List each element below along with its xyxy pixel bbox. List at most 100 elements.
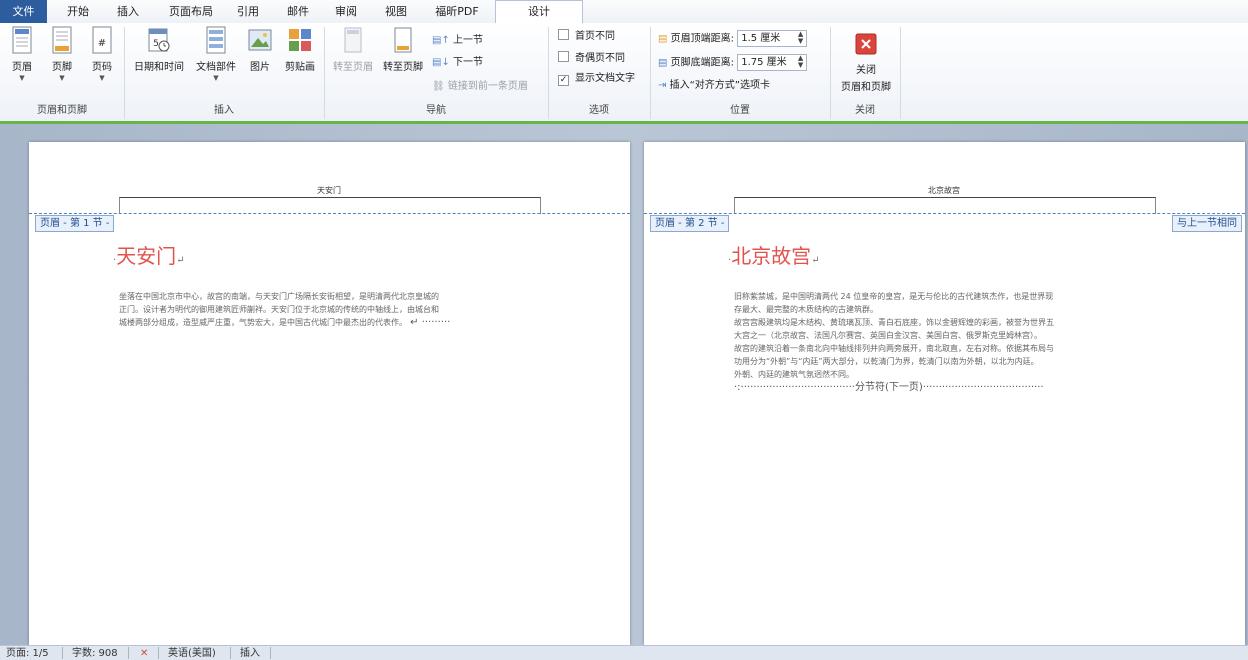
footer-button[interactable]: 页脚 ▼ (46, 26, 78, 82)
status-bar: 页面: 1/5 字数: 908 ✕ 英语(美国) 插入 (0, 645, 1248, 660)
chevron-down-icon: ▼ (59, 74, 65, 82)
ribbon-panel: 页眉 ▼ 页脚 ▼ # 页码 ▼ 页眉和页脚 5 日期和时间 文档部件 ▼ 图片… (0, 23, 1248, 122)
body-line: 功用分为“外朝”与“内廷”两大部分，以乾清门为界，乾清门以南为外朝，以北为内廷。 (734, 357, 1039, 366)
same-as-previous-tag: 与上一节相同 (1172, 215, 1242, 232)
page2-header-text[interactable]: 北京故宫 (734, 185, 1154, 196)
quickparts-icon (206, 26, 226, 54)
document-area[interactable]: 天安门 页眉 - 第 1 节 - ·天安门↵ 坐落在中国北京市中心，故宫的南端，… (0, 124, 1248, 645)
datetime-button[interactable]: 5 日期和时间 (130, 26, 188, 73)
goto-footer-label: 转至页脚 (383, 62, 423, 73)
page-number-icon: # (92, 26, 112, 54)
tab-review[interactable]: 审阅 (326, 0, 366, 23)
close-label-line2: 页眉和页脚 (841, 82, 891, 93)
section-break-line: ·:····································分节… (734, 382, 1044, 393)
tab-mailings[interactable]: 邮件 (278, 0, 318, 23)
checkbox-checked[interactable]: ✓ (558, 75, 569, 86)
status-divider (128, 647, 129, 659)
header-boundary-line (644, 213, 1245, 214)
prev-section-label: 上一节 (453, 35, 484, 46)
tab-home[interactable]: 开始 (58, 0, 98, 23)
tab-file[interactable]: 文件 (0, 0, 47, 23)
proofing-icon[interactable]: ✕ (140, 647, 148, 660)
status-words[interactable]: 字数: 908 (72, 647, 118, 660)
group-label-position: 位置 (730, 105, 750, 116)
link-previous-button[interactable]: ⛓ 链接到前一条页眉 (432, 79, 528, 95)
chevron-down-icon: ▼ (213, 74, 219, 82)
spinner-arrows-icon[interactable]: ▲ ▼ (798, 31, 803, 45)
diff-first-page-checkbox[interactable]: 首页不同 (558, 29, 615, 45)
footer-bottom-value: 1.75 厘米 (741, 57, 787, 68)
header-distance-icon: ▤ (658, 33, 668, 45)
paragraph-mark: ↵ ········· (407, 317, 451, 328)
checkbox-unchecked[interactable] (558, 51, 569, 62)
paragraph-mark: ↵ (176, 255, 185, 266)
group-label-options: 选项 (589, 105, 609, 116)
tab-foxit-pdf[interactable]: 福昕PDF (426, 0, 488, 23)
body-line-text: 城楼两部分组成，造型威严庄重，气势宏大，是中国古代城门中最杰出的代表作。 (119, 318, 407, 327)
body-line: 正门。设计者为明代的御用建筑匠师蒯祥。天安门位于北京城的传统的中轴线上，由城台和 (119, 305, 439, 314)
svg-text:#: # (98, 38, 106, 49)
checkbox-unchecked[interactable] (558, 29, 569, 40)
body-line: 故宫宫殿建筑均是木结构、黄琉璃瓦顶、青白石底座，饰以金碧辉煌的彩画，被誉为世界五 (734, 318, 1054, 327)
page-number-button[interactable]: # 页码 ▼ (86, 26, 118, 82)
body-line: 城楼两部分组成，造型威严庄重，气势宏大，是中国古代城门中最杰出的代表作。 ↵ ·… (119, 316, 549, 329)
header-border (734, 197, 1156, 214)
tab-page-layout[interactable]: 页面布局 (158, 0, 224, 23)
tab-design[interactable]: 设计 (495, 0, 583, 24)
tab-view[interactable]: 视图 (376, 0, 416, 23)
clipart-button[interactable]: 剪贴画 (281, 26, 319, 73)
header-button[interactable]: 页眉 ▼ (6, 26, 38, 82)
page-1[interactable]: 天安门 页眉 - 第 1 节 - ·天安门↵ 坐落在中国北京市中心，故宫的南端，… (29, 142, 630, 645)
section-tag: 页眉 - 第 2 节 - (650, 215, 730, 232)
header-top-spinner[interactable]: 1.5 厘米 ▲ ▼ (737, 30, 808, 47)
status-divider (230, 647, 231, 659)
next-section-icon: ▤↓ (432, 57, 450, 68)
section-tag: 页眉 - 第 1 节 - (35, 215, 115, 232)
status-page[interactable]: 页面: 1/5 (6, 647, 49, 660)
page1-title-text: 天安门 (116, 244, 177, 268)
status-language[interactable]: 英语(美国) (168, 647, 216, 660)
footer-bottom-spinner[interactable]: 1.75 厘米 ▲ ▼ (737, 54, 808, 71)
show-doc-text-checkbox[interactable]: ✓ 显示文档文字 (558, 71, 635, 87)
link-previous-label: 链接到前一条页眉 (447, 81, 528, 92)
spinner-arrows-icon[interactable]: ▲ ▼ (798, 55, 803, 69)
footer-bottom-label: 页脚底端距离: (670, 57, 735, 69)
datetime-icon: 5 (148, 28, 170, 52)
goto-header-icon (344, 27, 362, 53)
page2-title[interactable]: ·北京故宫↵ (728, 240, 820, 269)
page-number-label: 页码 (92, 62, 112, 73)
group-label-header-footer: 页眉和页脚 (37, 105, 87, 116)
header-border (119, 197, 541, 214)
quickparts-button[interactable]: 文档部件 ▼ (193, 26, 239, 82)
goto-header-label: 转至页眉 (333, 62, 373, 73)
ribbon-tab-bar: 文件 开始 插入 页面布局 引用 邮件 审阅 视图 福昕PDF 设计 (0, 0, 1248, 24)
insert-align-tab-button[interactable]: ⇥ 插入“对齐方式”选项卡 (658, 78, 770, 94)
goto-footer-button[interactable]: 转至页脚 (380, 26, 426, 73)
status-divider (270, 647, 271, 659)
tab-references[interactable]: 引用 (228, 0, 268, 23)
goto-header-button[interactable]: 转至页眉 (330, 26, 376, 73)
diff-odd-even-checkbox[interactable]: 奇偶页不同 (558, 51, 625, 67)
footer-distance-icon: ▤ (658, 57, 668, 69)
close-label-line1: 关闭 (856, 65, 876, 76)
header-icon (12, 26, 32, 54)
page-2[interactable]: 北京故宫 页眉 - 第 2 节 - 与上一节相同 ·北京故宫↵ 旧称紫禁城，是中… (644, 142, 1245, 645)
align-tab-icon: ⇥ (658, 80, 667, 91)
page2-title-text: 北京故宫 (731, 244, 812, 268)
status-divider (62, 647, 63, 659)
page1-header-text[interactable]: 天安门 (119, 185, 539, 196)
page2-body[interactable]: 旧称紫禁城，是中国明清两代 24 位皇帝的皇宫，是无与伦比的古代建筑杰作，也是世… (734, 290, 1164, 394)
tab-insert[interactable]: 插入 (108, 0, 148, 23)
page1-title[interactable]: ·天安门↵ (113, 240, 185, 269)
close-header-footer-button[interactable]: 关闭 页眉和页脚 (836, 33, 896, 93)
picture-button[interactable]: 图片 (244, 26, 276, 73)
next-section-button[interactable]: ▤↓ 下一节 (432, 55, 483, 71)
quickparts-label: 文档部件 (196, 62, 236, 73)
prev-section-icon: ▤↑ (432, 35, 450, 46)
status-mode[interactable]: 插入 (240, 647, 260, 660)
footer-icon (52, 26, 72, 54)
group-divider (900, 27, 901, 119)
prev-section-button[interactable]: ▤↑ 上一节 (432, 33, 483, 49)
page1-body[interactable]: 坐落在中国北京市中心，故宫的南端，与天安门广场隔长安街相望，是明清两代北京皇城的… (119, 290, 549, 329)
header-label: 页眉 (12, 62, 32, 73)
